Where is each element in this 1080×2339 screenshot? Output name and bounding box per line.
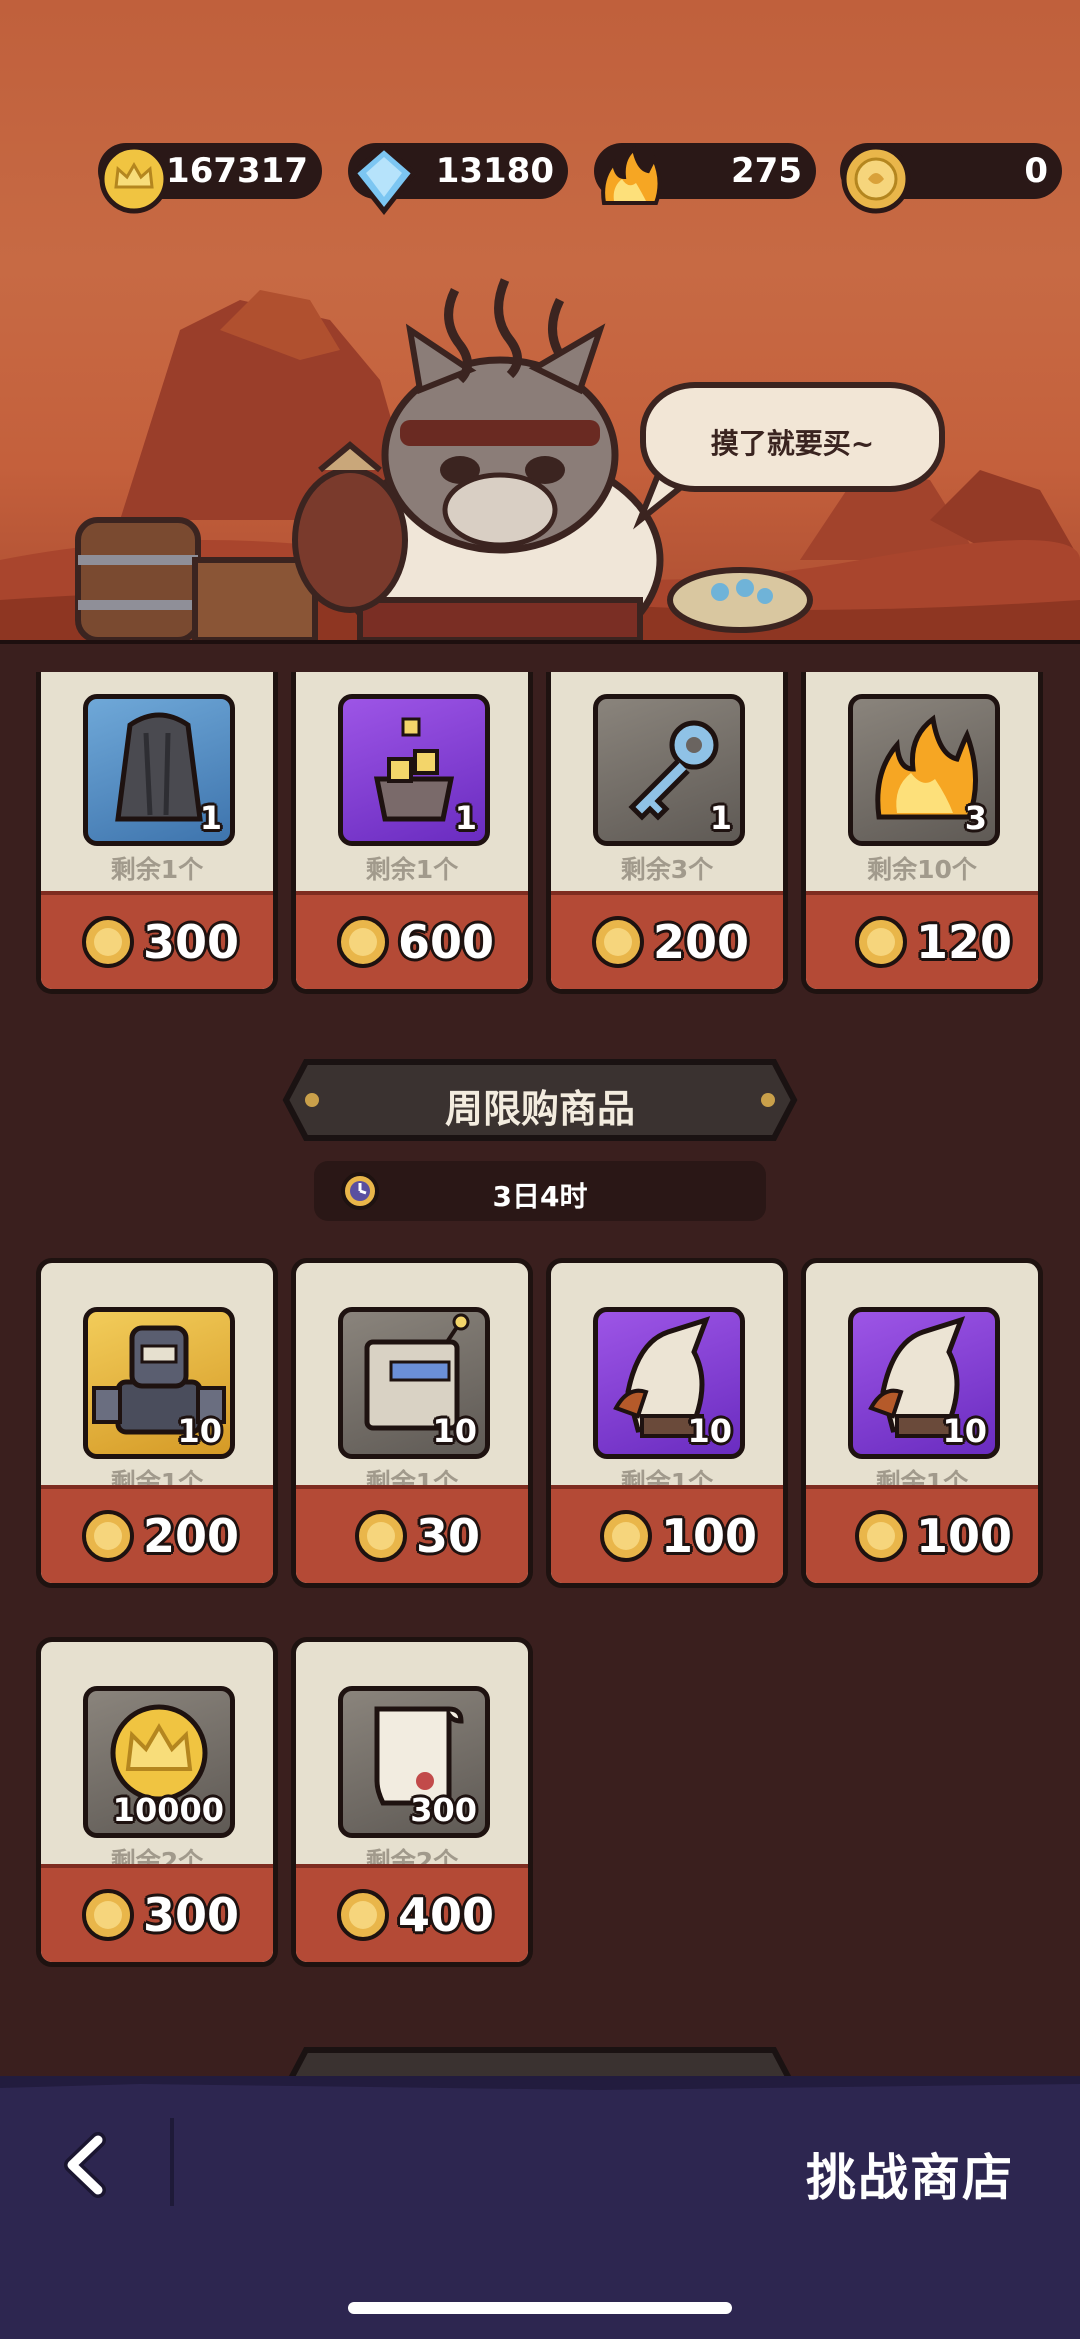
challenge-coin-icon — [82, 916, 134, 968]
challenge-coin-icon — [855, 916, 907, 968]
item-price: 120 — [916, 915, 1013, 969]
gold-currency: 167317 — [98, 143, 322, 214]
item-remaining: 剩余3个 — [620, 855, 714, 884]
weekly-timer: 3日4时 — [314, 1161, 766, 1221]
item-quantity: 10000 — [112, 1791, 224, 1829]
shop-item-card[interactable]: 1 剩余1个 600 — [291, 672, 533, 994]
diamond-amount: 13180 — [435, 151, 554, 191]
challenge-coin-icon — [592, 916, 644, 968]
challenge-coin-icon — [855, 1510, 907, 1562]
item-price: 400 — [398, 1888, 495, 1942]
item-quantity: 300 — [410, 1791, 477, 1829]
price-bar: 200 — [41, 1485, 273, 1583]
item-price: 100 — [916, 1509, 1013, 1563]
shop-item-card[interactable]: 10000 剩余2个 300 — [36, 1637, 278, 1967]
item-quantity: 10 — [177, 1412, 222, 1450]
shop-item-card[interactable]: 3 剩余10个 120 — [801, 672, 1043, 994]
price-bar: 100 — [806, 1485, 1038, 1583]
page-title: 挑战商店 — [806, 2149, 1014, 2207]
item-price: 100 — [661, 1509, 758, 1563]
weekly-timer-text: 3日4时 — [492, 1180, 588, 1213]
price-bar: 100 — [551, 1485, 783, 1583]
item-quantity: 10 — [687, 1412, 732, 1450]
shop-item-card[interactable]: 10 剩余1个 30 — [291, 1258, 533, 1588]
gold-amount: 167317 — [166, 151, 308, 191]
price-bar: 300 — [41, 1864, 273, 1962]
merchant-speech-bubble: 摸了就要买~ — [640, 382, 945, 492]
item-quantity: 1 — [454, 799, 477, 837]
challenge-coin-icon — [337, 1889, 389, 1941]
price-bar: 120 — [806, 891, 1038, 989]
challenge-coin-currency: 0 — [840, 143, 1062, 214]
flame-amount: 275 — [731, 151, 802, 191]
price-bar: 600 — [296, 891, 528, 989]
challenge-coin-icon — [337, 916, 389, 968]
price-bar: 300 — [41, 891, 273, 989]
item-quantity: 10 — [432, 1412, 477, 1450]
item-price: 600 — [398, 915, 495, 969]
shop-item-card[interactable]: 10 剩余1个 100 — [801, 1258, 1043, 1588]
item-remaining: 剩余10个 — [867, 855, 977, 884]
challenge-coin-icon — [600, 1510, 652, 1562]
weekly-section-header: 周限购商品 — [282, 1058, 798, 1142]
item-icon-box: 1 — [338, 694, 490, 846]
flame-icon — [601, 145, 662, 205]
weekly-section-title: 周限购商品 — [444, 1087, 635, 1131]
item-quantity: 1 — [199, 799, 222, 837]
nav-divider — [170, 2118, 174, 2206]
merchant-scene: 167317 13180 275 0 摸了就要买~ — [0, 0, 1080, 665]
back-button[interactable] — [56, 2130, 116, 2200]
item-icon-box: 1 — [593, 694, 745, 846]
item-price: 30 — [416, 1509, 481, 1563]
challenge-coin-icon — [82, 1889, 134, 1941]
item-icon-box: 300 — [338, 1686, 490, 1838]
item-icon-box: 1 — [83, 694, 235, 846]
chevron-left-icon — [64, 2132, 106, 2198]
price-bar: 200 — [551, 891, 783, 989]
scene-divider — [0, 640, 1080, 670]
item-price: 300 — [143, 915, 240, 969]
challenge-coin-icon — [355, 1510, 407, 1562]
nav-top-edge — [0, 2076, 1080, 2090]
challenge-coin-icon — [82, 1510, 134, 1562]
item-price: 200 — [143, 1509, 240, 1563]
price-bar: 30 — [296, 1485, 528, 1583]
home-indicator[interactable] — [348, 2302, 732, 2314]
item-icon-box: 10 — [83, 1307, 235, 1459]
item-icon-box: 10 — [848, 1307, 1000, 1459]
challenge-coin-amount: 0 — [1024, 151, 1048, 191]
crown-coin-icon — [99, 144, 169, 214]
flame-currency: 275 — [594, 143, 816, 205]
diamond-gem-icon — [350, 143, 418, 215]
shop-item-card[interactable]: 300 剩余2个 400 — [291, 1637, 533, 1967]
merchant-speech-text: 摸了就要买~ — [710, 427, 875, 460]
item-quantity: 1 — [709, 799, 732, 837]
item-remaining: 剩余1个 — [365, 855, 459, 884]
price-bar: 400 — [296, 1864, 528, 1962]
item-icon-box: 10 — [593, 1307, 745, 1459]
item-icon-box: 10000 — [83, 1686, 235, 1838]
item-icon-box: 3 — [848, 694, 1000, 846]
desert-background-art — [0, 278, 1080, 665]
shop-item-card[interactable]: 10 剩余1个 200 — [36, 1258, 278, 1588]
item-price: 200 — [653, 915, 750, 969]
shop-item-card[interactable]: 10 剩余1个 100 — [546, 1258, 788, 1588]
shop-item-card[interactable]: 1 剩余1个 300 — [36, 672, 278, 994]
item-quantity: 10 — [942, 1412, 987, 1450]
item-price: 300 — [143, 1888, 240, 1942]
item-icon-box: 10 — [338, 1307, 490, 1459]
item-quantity: 3 — [964, 799, 987, 837]
item-remaining: 剩余1个 — [110, 855, 204, 884]
shop-item-card[interactable]: 1 剩余3个 200 — [546, 672, 788, 994]
challenge-coin-icon — [841, 144, 911, 214]
diamond-currency: 13180 — [348, 143, 568, 215]
